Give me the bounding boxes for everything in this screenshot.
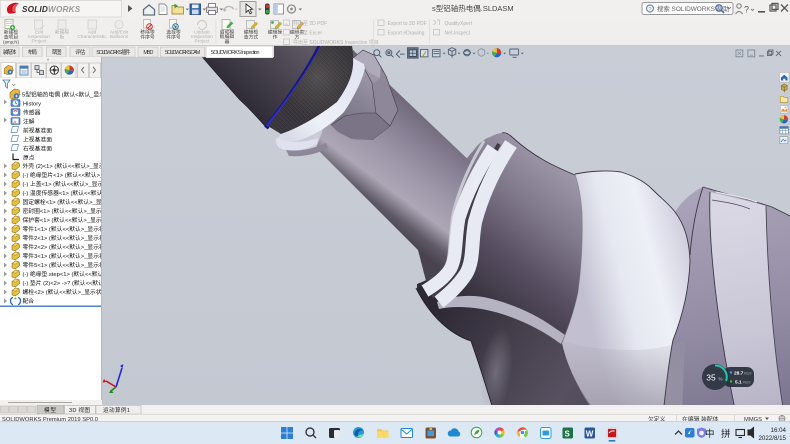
svg-text:?: ? (649, 7, 652, 13)
svg-text:2022/8/15: 2022/8/15 (758, 435, 786, 442)
svg-text:板: 板 (60, 34, 65, 41)
svg-text:评估: 评估 (75, 48, 86, 56)
svg-text:(-) 温度传感器<1> (默认<<默认>_: (-) 温度传感器<1> (默认<<默认>_ (23, 189, 102, 197)
svg-text:零件2<2> (默认<<默认>_显示状态: 零件2<2> (默认<<默认>_显示状态 (23, 243, 102, 251)
svg-text:SOLIDWORKS 插件: SOLIDWORKS 插件 (96, 48, 131, 56)
svg-text:Net-Inspect: Net-Inspect (445, 30, 471, 36)
svg-text:35: 35 (706, 373, 716, 383)
svg-text:查方式: 查方式 (244, 34, 259, 41)
svg-text:5.1: 5.1 (735, 380, 742, 386)
svg-text:固定螺栓<1> (默认<<默认>_显示状: 固定螺栓<1> (默认<<默认>_显示状 (23, 198, 102, 206)
svg-text:模型: 模型 (44, 406, 56, 414)
svg-text:16:04: 16:04 (771, 427, 787, 434)
svg-text:(-) 绝缘垫片<1> (默认<<默认>_显: (-) 绝缘垫片<1> (默认<<默认>_显 (23, 171, 102, 179)
svg-text:编辑检: 编辑检 (244, 29, 259, 36)
svg-text:QualityXpert: QualityXpert (445, 21, 473, 27)
svg-text:Characteristic: Characteristic (77, 34, 107, 40)
svg-text:Export eDrawing: Export eDrawing (388, 30, 425, 36)
svg-text:(-) 上盖<1> (默认<<默认>_显示状: (-) 上盖<1> (默认<<默认>_显示状 (23, 180, 102, 188)
svg-text:新建模: 新建模 (55, 29, 70, 36)
svg-text:导出至 Excel: 导出至 Excel (293, 29, 322, 36)
svg-text:W: W (586, 430, 594, 439)
svg-text:器: 器 (225, 39, 230, 45)
svg-text:KB/s: KB/s (744, 372, 752, 376)
svg-text:MBD: MBD (143, 50, 153, 56)
svg-text:3D 视图: 3D 视图 (69, 406, 90, 414)
svg-text:?: ? (744, 5, 749, 15)
svg-text:配合: 配合 (23, 297, 35, 305)
svg-text:零件1<1> (默认<<默认>_显示状态 =: 零件1<1> (默认<<默认>_显示状态 = (23, 225, 102, 233)
svg-text:零件2<1> (默认<<默认>_显示状态: 零件2<1> (默认<<默认>_显示状态 (23, 234, 102, 242)
svg-text:中: 中 (705, 428, 715, 440)
svg-text:导出至 2D PDF: 导出至 2D PDF (293, 20, 327, 27)
svg-text:零件5<1> (默认<<默认>_显示状态: 零件5<1> (默认<<默认>_显示状态 (23, 261, 102, 269)
svg-text:选择零: 选择零 (166, 29, 181, 36)
svg-text:28.7: 28.7 (734, 371, 744, 377)
svg-text:保护套<1> (默认<<默认>_显示状态: 保护套<1> (默认<<默认>_显示状态 (23, 216, 102, 224)
svg-text:S: S (565, 430, 571, 439)
svg-text:布局: 布局 (28, 48, 37, 56)
svg-text:Export to 3D PDF: Export to 3D PDF (388, 21, 427, 27)
svg-text:编辑操: 编辑操 (268, 29, 283, 36)
svg-text:导出至 SOLIDWORKS Inspection 项目: 导出至 SOLIDWORKS Inspection 项目 (293, 39, 379, 46)
svg-text:运动算例1: 运动算例1 (103, 406, 130, 414)
svg-text:(amp;N): (amp;N) (3, 40, 19, 45)
svg-text:零件3<1> (默认<<默认>_显示状态: 零件3<1> (默认<<默认>_显示状态 (23, 252, 102, 260)
svg-text:Project: Project (32, 39, 48, 45)
svg-text:移除零: 移除零 (140, 29, 155, 36)
svg-text:SOLIDWORKS Inspection: SOLIDWORKS Inspection (211, 50, 260, 56)
svg-text:件序号: 件序号 (140, 34, 155, 41)
svg-text:密封圈<1> (默认<<默认>_显示状态: 密封圈<1> (默认<<默认>_显示状态 (23, 207, 102, 215)
svg-text:KB/s: KB/s (743, 381, 751, 385)
svg-text:%: % (719, 377, 723, 382)
svg-text:新建检: 新建检 (4, 29, 19, 36)
svg-text:装配体: 装配体 (3, 48, 17, 56)
svg-text:s型铝轴热电偶.SLDASM: s型铝轴热电偶.SLDASM (432, 3, 514, 13)
svg-text:件序号: 件序号 (166, 34, 181, 41)
svg-text:拼: 拼 (721, 428, 731, 440)
svg-text:SOLIDWORKS CAM: SOLIDWORKS CAM (165, 50, 201, 56)
svg-text:作: 作 (273, 34, 278, 41)
svg-text:(-) 绝缘垫.step<1> (默认<<默认>: (-) 绝缘垫.step<1> (默认<<默认> (23, 270, 102, 278)
svg-text:(-) 垫片 (2)<2> ->? (默认<<默认: (-) 垫片 (2)<2> ->? (默认<<默认 (23, 279, 102, 287)
svg-text:SOLIDWORKS: SOLIDWORKS (22, 5, 81, 14)
svg-text:Project: Project (195, 39, 211, 45)
svg-text:草图: 草图 (52, 48, 62, 56)
svg-text:外壳 (2)<1> (默认<<默认>_显示状: 外壳 (2)<1> (默认<<默认>_显示状 (23, 162, 102, 170)
svg-text:Balloons: Balloons (110, 34, 129, 40)
svg-text:螺栓<2> (默认<<默认>_显示状态: 螺栓<2> (默认<<默认>_显示状态 (23, 288, 102, 296)
